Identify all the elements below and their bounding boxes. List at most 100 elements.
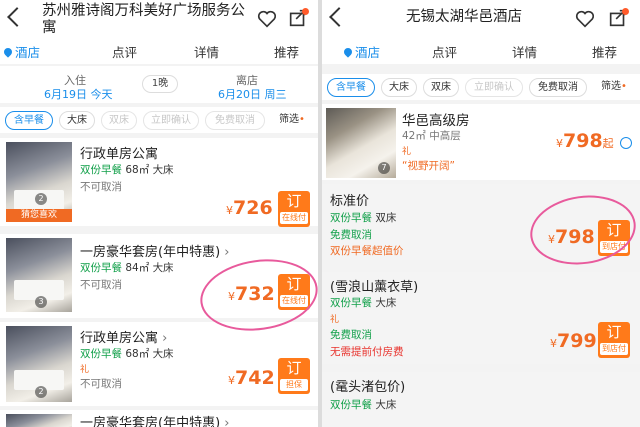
screenshot-collage: 苏州雅诗阁万科美好广场服务公寓 酒店 点评 详情 推荐 入住 6月19日 今天 … <box>0 0 640 427</box>
favorite-heart-icon[interactable] <box>256 8 278 30</box>
tab-bar: 酒店 点评 详情 推荐 <box>0 40 318 64</box>
hotel-title: 无锡太湖华邑酒店 <box>406 9 522 25</box>
room-from-price: ¥798起 <box>556 130 614 152</box>
filter-instant-confirm[interactable]: 立即确认 <box>465 78 523 97</box>
room-photo[interactable]: 2 猜您喜欢 <box>6 142 72 222</box>
room-meta: 42㎡ 中高层 <box>402 130 461 142</box>
tab-recommend[interactable]: 推荐 <box>274 42 299 61</box>
nights-count: 1晚 <box>142 75 178 93</box>
date-selector[interactable]: 入住 6月19日 今天 1晚 离店 6月20日 周三 <box>0 66 318 103</box>
price-value: 742 <box>235 367 275 389</box>
filter-breakfast[interactable]: 含早餐 <box>327 78 375 97</box>
back-icon[interactable] <box>329 7 349 27</box>
room-type-header[interactable]: 7 华邑高级房 42㎡ 中高层 礼 “视野开阔” ¥798起 <box>322 104 640 180</box>
filter-bar: 含早餐 大床 双床 立即确认 免费取消 筛选• <box>322 74 640 100</box>
filter-more-button[interactable]: 筛选• <box>594 78 634 97</box>
filter-more-button[interactable]: 筛选• <box>272 111 312 130</box>
photo-count: 2 <box>35 193 47 205</box>
breakfast-info: 双份早餐 <box>330 212 372 224</box>
rate-attributes: 双份早餐 大床 <box>330 397 396 412</box>
room-price: ¥742 <box>228 367 275 389</box>
cancel-policy: 不可取消 <box>80 279 122 291</box>
room-area: 68㎡ <box>125 164 150 176</box>
filter-breakfast[interactable]: 含早餐 <box>5 111 53 130</box>
cancel-policy: 不可取消 <box>80 181 122 193</box>
rate-note: 无需提前付房费 <box>330 346 404 358</box>
filter-free-cancel[interactable]: 免费取消 <box>529 78 587 97</box>
rate-plan[interactable]: (雪浪山薰衣草) 双份早餐 大床 礼 免费取消 无需提前付房费 ¥799 订到店… <box>322 272 640 364</box>
tab-hotel[interactable]: 酒店 <box>342 42 381 61</box>
filter-king-bed[interactable]: 大床 <box>381 78 417 97</box>
breakfast-info: 双份早餐 <box>330 297 372 309</box>
bed-type: 大床 <box>375 297 397 309</box>
bed-type: 大床 <box>152 262 174 274</box>
gift-icon: 礼 <box>330 315 340 325</box>
tab-details[interactable]: 详情 <box>194 42 219 61</box>
room-attributes: 双份早餐 68㎡ 大床 <box>80 162 174 177</box>
chevron-right-icon: › <box>162 331 168 346</box>
breakfast-info: 双份早餐 <box>330 399 372 411</box>
recommend-badge: 猜您喜欢 <box>6 209 72 222</box>
tab-details[interactable]: 详情 <box>512 42 537 61</box>
filter-twin-bed[interactable]: 双床 <box>101 111 137 130</box>
breakfast-info: 双份早餐 <box>80 164 122 176</box>
room-name: 一房豪华套房(年中特惠) › <box>80 412 230 427</box>
rate-attributes: 双份早餐 双床 <box>330 210 396 225</box>
price-value: 726 <box>233 197 273 219</box>
book-button[interactable]: 订到店付 <box>598 322 630 358</box>
book-button[interactable]: 订在线付 <box>278 191 310 227</box>
filter-instant-confirm[interactable]: 立即确认 <box>143 111 199 130</box>
price-value: 798 <box>563 130 603 152</box>
right-hotel-panel: 无锡太湖华邑酒店 酒店 点评 详情 推荐 含早餐 大床 双床 立即确认 免费取消… <box>322 0 640 427</box>
room-photo[interactable]: 2 <box>6 326 72 402</box>
room-photo[interactable] <box>6 414 72 427</box>
photo-count: 2 <box>35 386 47 398</box>
tab-recommend[interactable]: 推荐 <box>592 42 617 61</box>
gift-icon: 礼 <box>402 147 412 157</box>
checkout-date[interactable]: 6月20日 周三 <box>218 86 287 102</box>
room-card[interactable]: 一房豪华套房(年中特惠) › <box>0 410 318 427</box>
room-area: 84㎡ <box>125 262 150 274</box>
bed-type: 大床 <box>375 399 397 411</box>
breakfast-info: 双份早餐 <box>80 348 122 360</box>
room-card[interactable]: 2 猜您喜欢 行政单房公寓 双份早餐 68㎡ 大床 不可取消 ¥726 订在线付 <box>0 138 318 227</box>
rate-name: (雪浪山薰衣草) <box>330 280 419 295</box>
breakfast-info: 双份早餐 <box>80 262 122 274</box>
room-name-text: 一房豪华套房(年中特惠) <box>80 416 221 427</box>
checkin-date[interactable]: 6月19日 今天 <box>44 86 113 102</box>
room-tagline: “视野开阔” <box>402 160 455 172</box>
room-name-text: 行政单房公寓 <box>80 331 159 346</box>
tab-hotel-label: 酒店 <box>15 45 41 60</box>
notification-dot <box>302 8 309 15</box>
bed-type: 双床 <box>375 212 397 224</box>
room-photo[interactable]: 3 <box>6 238 72 312</box>
rate-attributes: 双份早餐 大床 <box>330 295 396 310</box>
photo-count: 3 <box>35 296 47 308</box>
rate-plan[interactable]: (鼋头渚包价) 双份早餐 大床 <box>322 372 640 427</box>
favorite-heart-icon[interactable] <box>574 8 596 30</box>
room-card[interactable]: 2 行政单房公寓 › 双份早餐 68㎡ 大床 礼 不可取消 ¥742 订担保 <box>0 322 318 406</box>
tab-reviews[interactable]: 点评 <box>432 42 457 61</box>
room-attributes: 双份早餐 68㎡ 大床 <box>80 346 174 361</box>
filter-more-label: 筛选 <box>601 81 622 92</box>
left-hotel-panel: 苏州雅诗阁万科美好广场服务公寓 酒店 点评 详情 推荐 入住 6月19日 今天 … <box>0 0 318 427</box>
chevron-right-icon: › <box>224 245 230 260</box>
rate-note: 双份早餐超值价 <box>330 245 404 257</box>
book-label: 订 <box>606 323 622 341</box>
book-button[interactable]: 订担保 <box>278 358 310 394</box>
tab-hotel[interactable]: 酒店 <box>2 42 41 61</box>
room-name: 行政单房公寓 <box>80 147 159 162</box>
photo-count: 7 <box>378 162 390 174</box>
room-area: 68㎡ <box>125 348 150 360</box>
tab-hotel-label: 酒店 <box>355 45 381 60</box>
tab-reviews[interactable]: 点评 <box>112 42 137 61</box>
rate-name: (鼋头渚包价) <box>330 380 406 395</box>
filter-free-cancel[interactable]: 免费取消 <box>205 111 265 130</box>
collapse-chevron-icon[interactable] <box>620 137 632 149</box>
filter-king-bed[interactable]: 大床 <box>59 111 95 130</box>
price-suffix: 起 <box>602 137 614 150</box>
notification-dot <box>622 8 629 15</box>
back-icon[interactable] <box>7 7 27 27</box>
room-photo[interactable]: 7 <box>326 108 396 178</box>
filter-twin-bed[interactable]: 双床 <box>423 78 459 97</box>
